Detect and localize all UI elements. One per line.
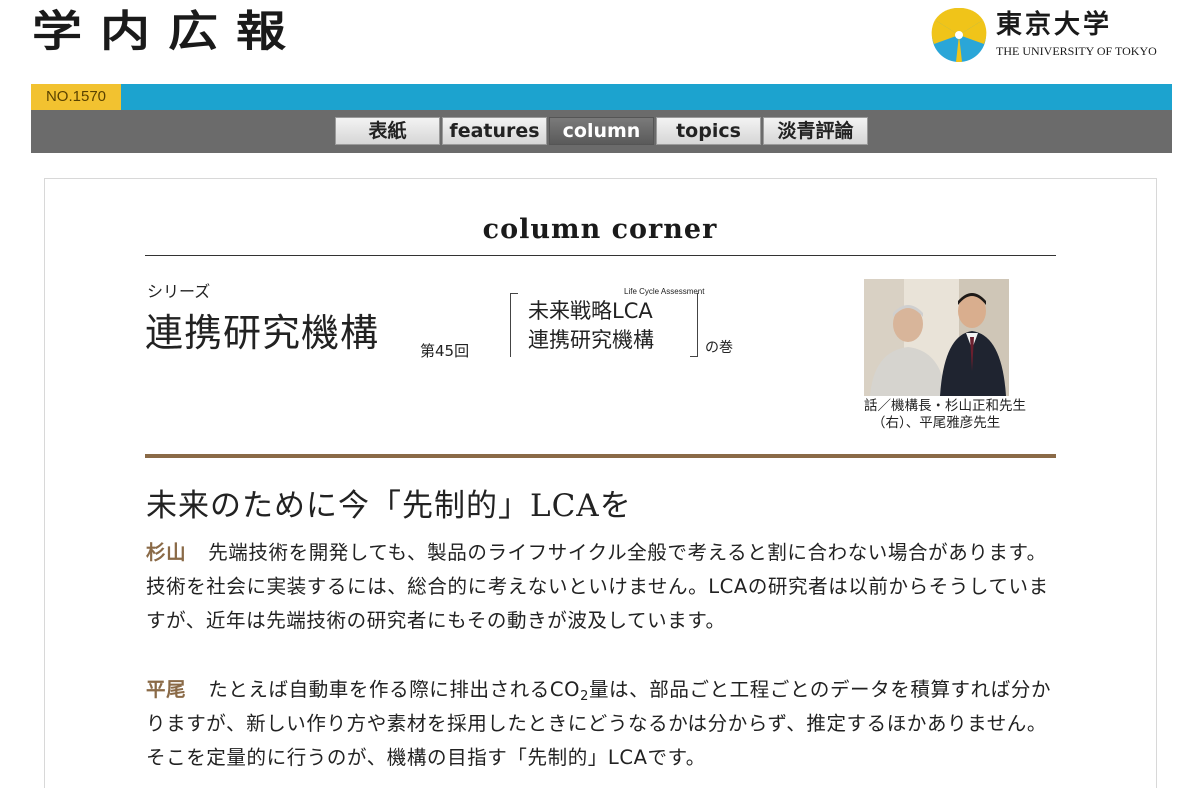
- issue-number: NO.1570: [31, 84, 121, 110]
- caption-line-1: 話／機構長・杉山正和先生: [864, 398, 1026, 414]
- university-logo[interactable]: 東京大学 THE UNIVERSITY OF TOKYO: [930, 6, 1170, 66]
- no-maki-label: の巻: [705, 340, 733, 356]
- title-divider: [145, 255, 1056, 256]
- speakers-photo: [864, 279, 1009, 396]
- nav-tansei-hyoron[interactable]: 淡青評論: [763, 117, 868, 145]
- nav-features[interactable]: features: [442, 117, 547, 145]
- speaker-name: 平尾: [146, 678, 187, 701]
- paragraph-sugiyama: 杉山 先端技術を開発しても、製品のライフサイクル全般で考えると割に合わない場合があ…: [146, 536, 1056, 638]
- caption-line-2: （右）、平尾雅彦先生: [872, 415, 1001, 431]
- university-name-jp: 東京大学: [996, 10, 1113, 40]
- speaker-name: 杉山: [146, 541, 187, 564]
- article-headline: 未来のために今「先制的」LCAを: [146, 488, 632, 524]
- nav-topics[interactable]: topics: [656, 117, 761, 145]
- masthead: 学内広報 東京大学 THE UNIVERSITY OF TOKYO: [0, 0, 1200, 84]
- section-divider: [145, 454, 1056, 458]
- nav-cover[interactable]: 表紙: [335, 117, 440, 145]
- column-corner-title: column corner: [482, 214, 718, 245]
- institute-title-line2: 連携研究機構: [528, 328, 654, 352]
- paragraph-text-a: たとえば自動車を作る際に排出されるCO: [208, 678, 581, 701]
- photo-caption: 話／機構長・杉山正和先生 （右）、平尾雅彦先生: [864, 398, 1026, 432]
- university-name-en: THE UNIVERSITY OF TOKYO: [996, 44, 1157, 58]
- series-org-name: 連携研究機構: [145, 311, 380, 355]
- gakunai-koho-logo[interactable]: 学内広報: [32, 6, 304, 57]
- nav-bar: 表紙 features column topics 淡青評論: [31, 110, 1172, 153]
- paragraph-hirao: 平尾 たとえば自動車を作る際に排出されるCO2量は、部品ごと工程ごとのデータを積算…: [146, 673, 1056, 775]
- ginkgo-icon: [931, 7, 987, 62]
- series-label: シリーズ: [147, 282, 211, 301]
- bracket-right: [690, 293, 698, 357]
- paragraph-text: 先端技術を開発しても、製品のライフサイクル全般で考えると割に合わない場合がありま…: [146, 541, 1049, 632]
- bracket-left: [510, 293, 518, 357]
- subscript-2: 2: [580, 689, 589, 704]
- issue-bar: [31, 84, 1172, 110]
- institute-title-line1: 未来戦略LCA: [528, 299, 653, 323]
- institute-title-box: 未来戦略LCA 連携研究機構: [510, 293, 698, 357]
- episode-number: 第45回: [420, 342, 470, 360]
- nav-column[interactable]: column: [549, 117, 654, 145]
